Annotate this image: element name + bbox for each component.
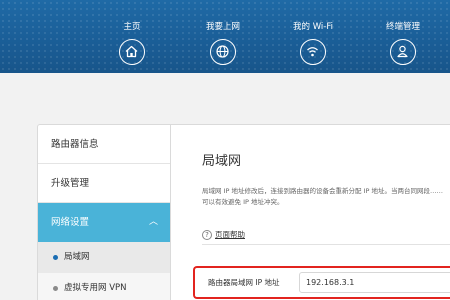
divider <box>202 244 450 245</box>
lan-ip-input[interactable] <box>299 272 450 293</box>
nav-internet-label: 我要上网 <box>205 22 240 32</box>
sidebar-item-label: 路由器信息 <box>51 139 99 150</box>
nav-internet[interactable]: 我要上网 <box>183 22 263 65</box>
sidebar-subitem-label: 局域网 <box>64 252 90 262</box>
bullet-icon <box>53 255 58 260</box>
help-icon: ? <box>202 229 212 240</box>
home-icon[interactable] <box>119 39 145 65</box>
sidebar-item-label: 网络设置 <box>51 217 90 228</box>
sidebar-item-network-settings[interactable]: 网络设置 ︿ <box>38 203 170 242</box>
lan-ip-label: 路由器局域网 IP 地址 <box>208 278 280 287</box>
top-navigation-bar: 主页 我要上网 我的 Wi-Fi 终端管理 <box>0 0 450 73</box>
nav-home[interactable]: 主页 <box>92 22 172 65</box>
nav-wifi-label: 我的 Wi-Fi <box>293 22 333 32</box>
bullet-icon <box>53 286 58 291</box>
sidebar-subitem-vpn[interactable]: 虚拟专用网 VPN <box>38 273 170 300</box>
content-panel: 局域网 局域网 IP 地址修改后，连接到路由器的设备会重新分配 IP 地址。当两… <box>170 124 450 300</box>
page-help-link[interactable]: ? 页面帮助 <box>202 229 245 240</box>
sidebar: 路由器信息 升级管理 网络设置 ︿ 局域网 虚拟专用网 VPN <box>37 124 170 300</box>
nav-devices-label: 终端管理 <box>385 22 420 32</box>
sidebar-subitem-label: 虚拟专用网 VPN <box>64 283 127 293</box>
page-title: 局域网 <box>202 154 242 169</box>
user-icon[interactable] <box>390 39 416 65</box>
nav-devices[interactable]: 终端管理 <box>363 22 443 65</box>
sidebar-item-router-info[interactable]: 路由器信息 <box>38 125 170 164</box>
chevron-up-icon: ︿ <box>148 217 158 227</box>
page-description: 局域网 IP 地址修改后，连接到路由器的设备会重新分配 IP 地址。当两台同网段… <box>202 187 443 206</box>
help-label: 页面帮助 <box>215 230 245 239</box>
sidebar-subitem-lan[interactable]: 局域网 <box>38 242 170 273</box>
nav-wifi[interactable]: 我的 Wi-Fi <box>273 22 353 65</box>
sidebar-item-upgrade[interactable]: 升级管理 <box>38 164 170 203</box>
lan-ip-field-row: 路由器局域网 IP 地址 <box>193 266 450 299</box>
nav-home-label: 主页 <box>123 22 141 32</box>
wifi-icon[interactable] <box>300 39 326 65</box>
sidebar-item-label: 升级管理 <box>51 178 90 189</box>
globe-icon[interactable] <box>210 39 236 65</box>
